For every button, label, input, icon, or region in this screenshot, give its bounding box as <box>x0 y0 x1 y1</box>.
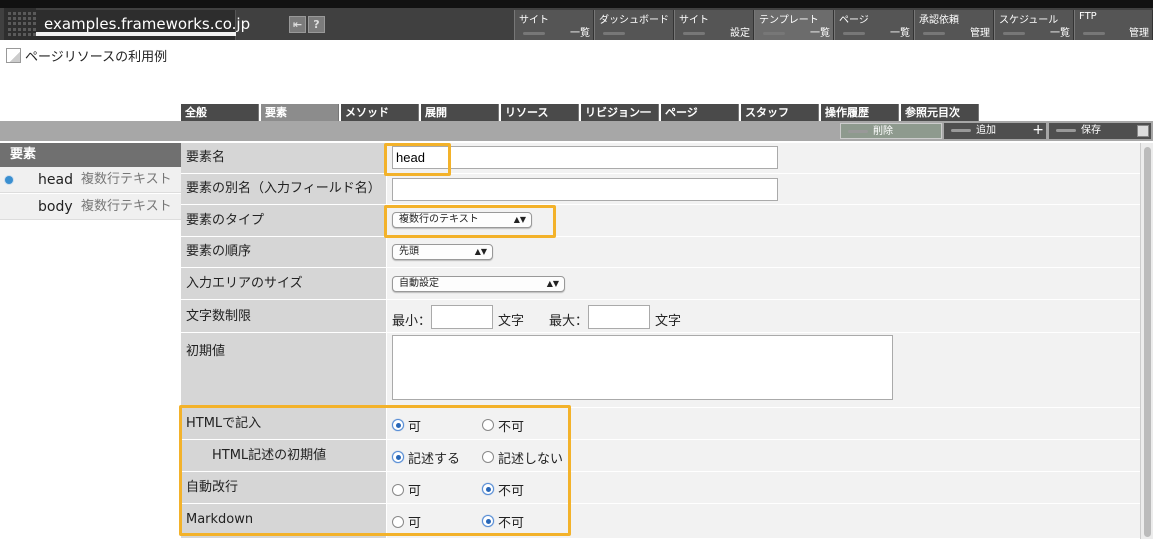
label-char-limit: 文字数制限 <box>181 300 386 332</box>
scrollbar-thumb[interactable] <box>1144 147 1151 537</box>
tab-elements[interactable]: 要素 <box>261 104 339 122</box>
min-chars-input[interactable] <box>431 305 493 329</box>
label-element-name: 要素名 <box>181 143 386 173</box>
page-title: ページリソースの利用例 <box>25 50 168 65</box>
sidebar-item-body[interactable]: body 複数行テキスト <box>0 194 181 220</box>
sidebar-title: 要素 <box>0 143 181 167</box>
nav-template-list-button[interactable]: テンプレート 一覧 <box>754 10 834 40</box>
highlight-html-options <box>179 405 571 536</box>
vertical-scrollbar[interactable] <box>1140 143 1153 539</box>
nav-site-list-button[interactable]: サイト 一覧 <box>514 10 594 40</box>
nav-page-list-button[interactable]: ページ 一覧 <box>834 10 914 40</box>
nav-site-settings-button[interactable]: サイト 設定 <box>674 10 754 40</box>
default-value-textarea[interactable] <box>392 335 893 400</box>
max-unit: 文字 <box>655 314 682 329</box>
sidebar-item-type: 複数行テキスト <box>81 199 172 214</box>
max-chars-input[interactable] <box>588 305 650 329</box>
save-button[interactable]: 保存 <box>1049 123 1151 139</box>
back-arrow-icon[interactable]: ⇤ <box>289 16 306 33</box>
alias-input[interactable] <box>392 178 778 201</box>
add-button[interactable]: 追加 + <box>944 123 1046 139</box>
tab-history[interactable]: 操作履歴 <box>821 104 899 121</box>
tab-general[interactable]: 全般 <box>181 104 259 121</box>
delete-button[interactable]: 削除 <box>840 123 942 139</box>
row-element-type: 要素のタイプ 複数行のテキスト ▲▼ <box>181 205 1140 237</box>
label-area-size: 入力エリアのサイズ <box>181 268 386 299</box>
highlight-element-name <box>384 143 451 176</box>
label-alias: 要素の別名（入力フィールド名） <box>181 174 386 204</box>
order-select[interactable]: 先頭 ▲▼ <box>392 244 493 260</box>
max-label: 最大： <box>549 314 589 329</box>
page-document-icon <box>6 48 21 63</box>
site-tab-underline <box>36 32 236 36</box>
select-arrows-icon: ▲▼ <box>546 279 559 288</box>
nav-dashboard-button[interactable]: ダッシュボード <box>594 10 674 40</box>
min-unit: 文字 <box>498 314 525 329</box>
label-default-value: 初期値 <box>181 333 386 407</box>
label-element-type: 要素のタイプ <box>181 205 386 236</box>
row-area-size: 入力エリアのサイズ 自動設定 ▲▼ <box>181 268 1140 300</box>
sidebar-item-name: head <box>38 172 73 188</box>
plus-icon: + <box>1032 122 1044 138</box>
nav-approval-button[interactable]: 承認依頼 管理 <box>914 10 994 40</box>
tab-revisions[interactable]: リビジョン一覧 <box>581 104 659 136</box>
nav-schedule-button[interactable]: スケジュール 一覧 <box>994 10 1074 40</box>
row-default-value: 初期値 <box>181 333 1140 408</box>
row-alias: 要素の別名（入力フィールド名） <box>181 174 1140 205</box>
logo-grid-icon[interactable] <box>4 8 36 40</box>
tab-staff[interactable]: スタッフ <box>741 104 819 121</box>
row-char-limit: 文字数制限 最小： 文字 最大： 文字 <box>181 300 1140 333</box>
tab-resources[interactable]: リソース <box>501 104 579 121</box>
nav-ftp-button[interactable]: FTP 管理 <box>1074 10 1153 40</box>
label-order: 要素の順序 <box>181 237 386 267</box>
sidebar-item-type: 複数行テキスト <box>81 172 172 187</box>
sidebar-item-head[interactable]: head 複数行テキスト <box>0 167 181 193</box>
tab-references[interactable]: 参照元目次 <box>901 104 979 121</box>
tab-pages[interactable]: ページ <box>661 104 739 121</box>
help-icon[interactable]: ? <box>308 16 325 33</box>
min-label: 最小： <box>392 314 432 329</box>
tab-methods[interactable]: メソッド <box>341 104 419 121</box>
select-arrows-icon: ▲▼ <box>474 247 487 256</box>
area-size-select[interactable]: 自動設定 ▲▼ <box>392 276 565 292</box>
selected-dot-icon <box>5 176 13 184</box>
row-order: 要素の順序 先頭 ▲▼ <box>181 237 1140 268</box>
row-element-name: 要素名 <box>181 143 1140 174</box>
tab-deploy[interactable]: 展開 <box>421 104 499 121</box>
save-disk-icon <box>1137 125 1149 137</box>
sidebar-item-name: body <box>38 199 73 215</box>
highlight-element-type <box>384 205 556 238</box>
